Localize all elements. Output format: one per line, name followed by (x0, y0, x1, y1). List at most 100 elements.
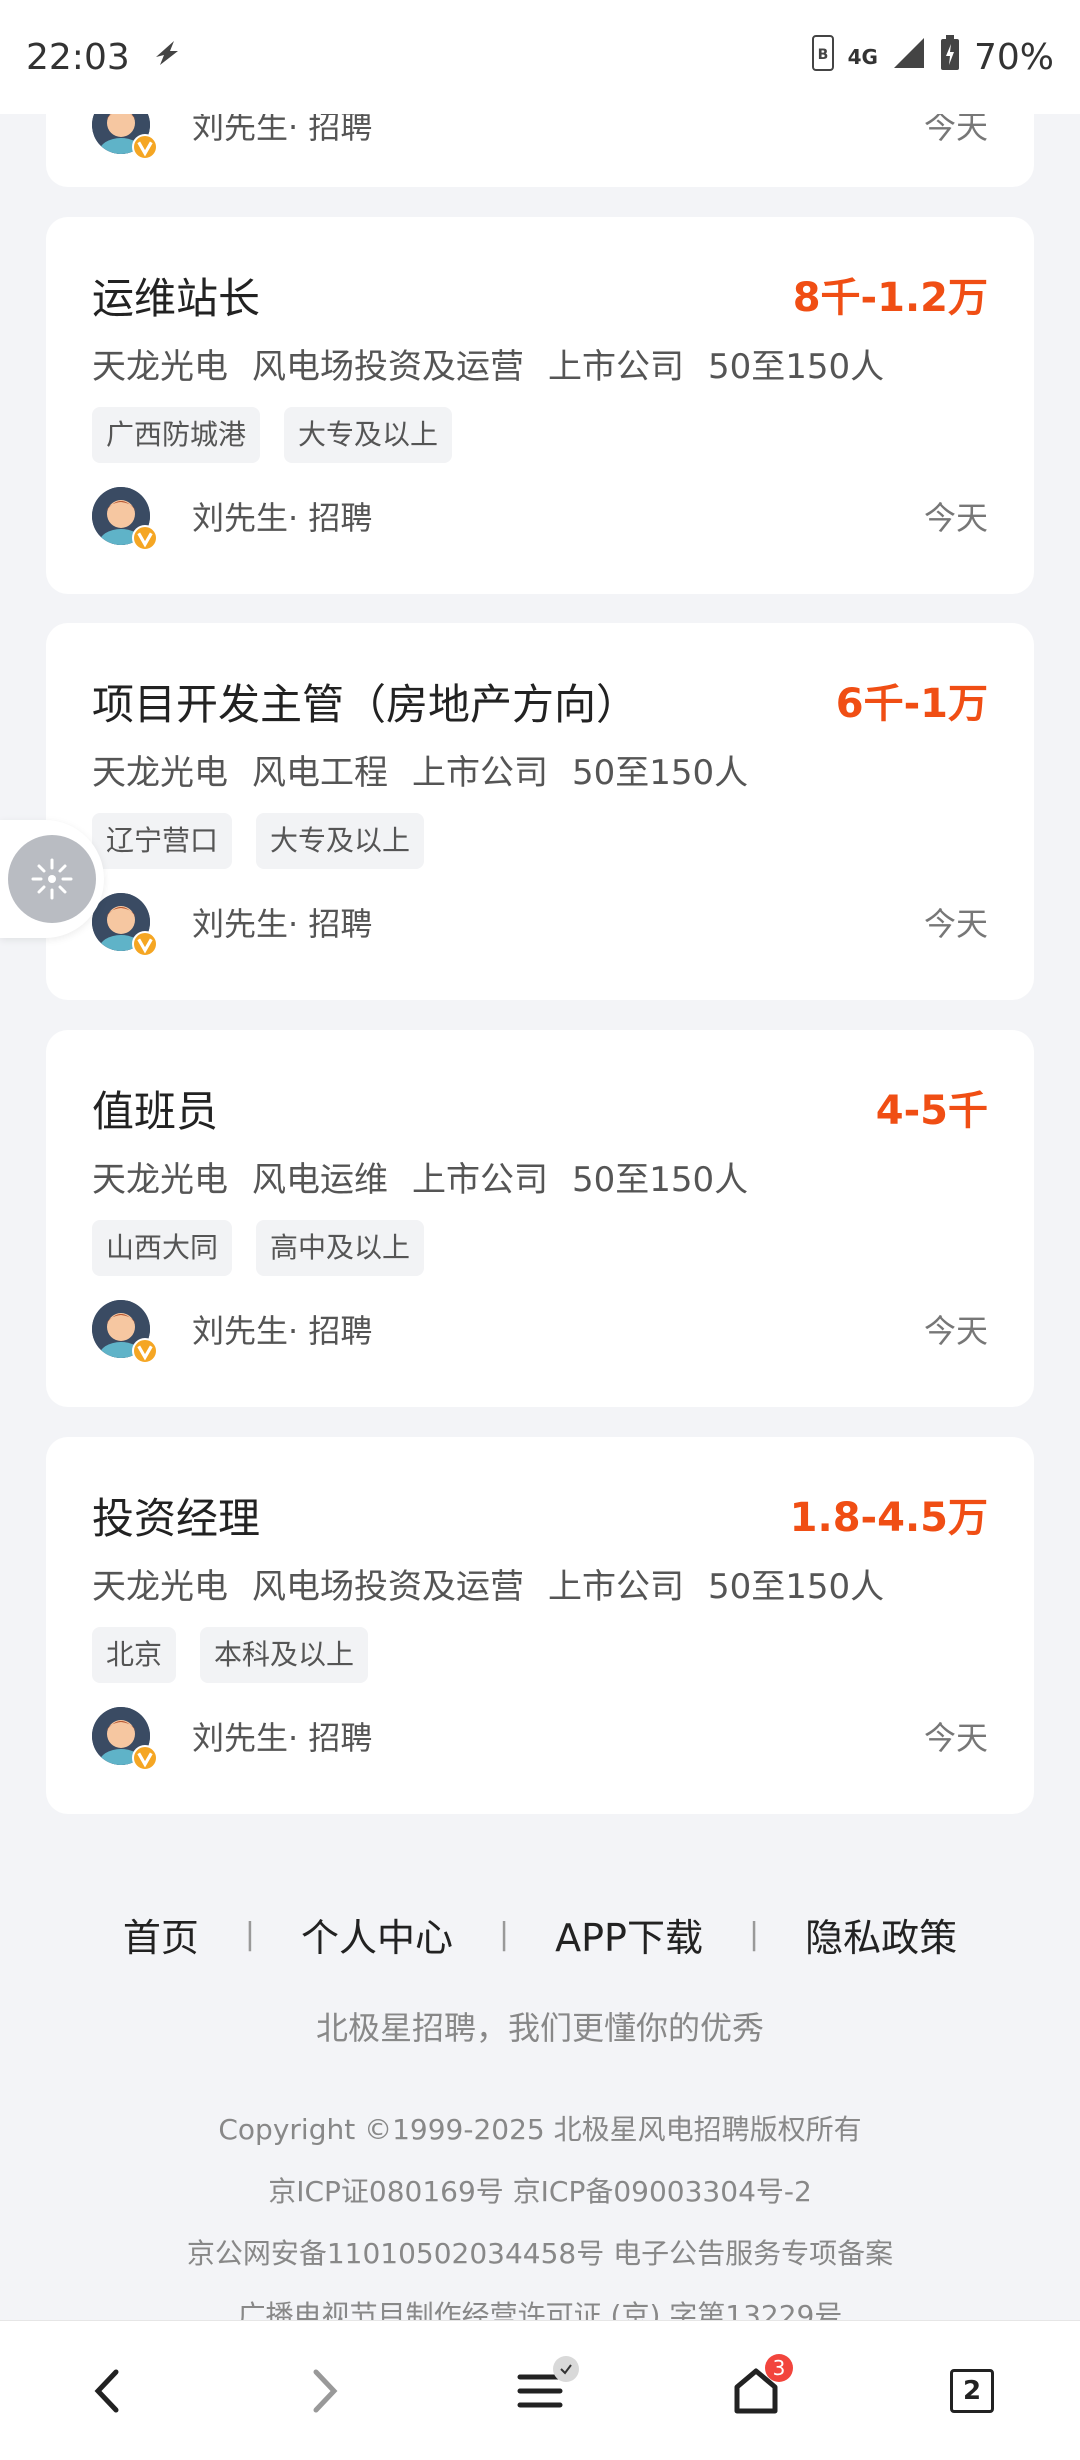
footer-link-profile[interactable]: 个人中心 (301, 1907, 453, 1962)
copyright-text: Copyright ©1999-2025 北极星风电招聘版权所有 (218, 2113, 862, 2146)
job-card[interactable]: 项目开发主管（房地产方向） 6千-1万 天龙光电 风电工程 上市公司 50至15… (46, 623, 1034, 1000)
company-type: 上市公司 (412, 753, 548, 793)
check-icon (553, 2355, 579, 2382)
home-button[interactable]: 3 (711, 2346, 801, 2436)
recruiter-row: 刘先生· 招聘 今天 (92, 893, 988, 963)
verified-badge-icon (132, 134, 158, 160)
company-info: 天龙光电 风电场投资及运营 上市公司 50至150人 (92, 1559, 884, 1608)
job-tags: 山西大同 高中及以上 (92, 1220, 425, 1276)
link-separator: | (244, 1917, 256, 1952)
sparkle-icon (31, 858, 73, 900)
company-size: 50至150人 (708, 347, 885, 387)
education-tag: 大专及以上 (256, 813, 425, 869)
footer-link-home[interactable]: 首页 (123, 1907, 199, 1962)
job-tags: 广西防城港 大专及以上 (92, 407, 453, 463)
site-footer: 首页 | 个人中心 | APP下载 | 隐私政策 北极星招聘，我们更懂你的优秀 … (0, 1845, 1080, 2332)
chevron-left-icon (94, 2369, 119, 2412)
job-card[interactable]: 运维站长 8千-1.2万 天龙光电 风电场投资及运营 上市公司 50至150人 … (46, 217, 1034, 594)
company-info: 天龙光电 风电场投资及运营 上市公司 50至150人 (92, 339, 884, 388)
education-tag: 高中及以上 (256, 1220, 425, 1276)
company-name: 天龙光电 (92, 347, 228, 387)
job-salary: 6千-1万 (835, 681, 988, 727)
recruiter-name: 刘先生· 招聘 (192, 1312, 373, 1350)
recruiter-row: 刘先生· 招聘 今天 (92, 1707, 988, 1777)
education-tag: 本科及以上 (200, 1627, 369, 1683)
forward-button[interactable] (279, 2346, 369, 2436)
company-info: 天龙光电 风电工程 上市公司 50至150人 (92, 745, 748, 794)
company-industry: 风电场投资及运营 (252, 1567, 524, 1607)
verified-badge-icon (132, 1745, 158, 1771)
svg-text:B: B (817, 47, 828, 63)
job-title: 项目开发主管（房地产方向） (92, 680, 639, 729)
avatar (92, 1300, 158, 1370)
chevron-right-icon (313, 2369, 338, 2412)
job-list: 刘先生· 招聘 今天 运维站长 8千-1.2万 天龙光电 风电场投资及运营 上市… (0, 0, 1080, 1845)
company-size: 50至150人 (572, 753, 749, 793)
signal-icon (892, 36, 926, 79)
company-name: 天龙光电 (92, 1160, 228, 1200)
recruiter-row: 刘先生· 招聘 今天 (92, 487, 988, 557)
job-tags: 北京 本科及以上 (92, 1627, 369, 1683)
company-type: 上市公司 (548, 347, 684, 387)
verified-badge-icon (132, 1338, 158, 1364)
job-salary: 1.8-4.5万 (789, 1495, 988, 1541)
status-time: 22:03 (26, 36, 130, 78)
tabs-button[interactable]: 2 (927, 2346, 1017, 2436)
company-info: 天龙光电 风电运维 上市公司 50至150人 (92, 1152, 748, 1201)
hd-icon: B (811, 34, 834, 80)
company-industry: 风电工程 (252, 753, 388, 793)
location-tag: 辽宁营口 (92, 813, 233, 869)
recruiter-row: 刘先生· 招聘 今天 (92, 1300, 988, 1370)
avatar (92, 487, 158, 557)
job-card[interactable]: 值班员 4-5千 天龙光电 风电运维 上市公司 50至150人 山西大同 高中及… (46, 1030, 1034, 1407)
app-notification-icon (152, 37, 182, 78)
icp-text[interactable]: 京ICP证080169号 京ICP备09003304号-2 (0, 2170, 1080, 2210)
link-separator: | (499, 1917, 510, 1952)
recruiter-name: 刘先生· 招聘 (192, 905, 373, 943)
company-industry: 风电运维 (252, 1160, 388, 1200)
notification-badge: 3 (765, 2353, 793, 2382)
tabs-count: 2 (950, 2368, 994, 2413)
verified-badge-icon (132, 525, 158, 551)
job-tags: 辽宁营口 大专及以上 (92, 813, 425, 869)
company-size: 50至150人 (708, 1567, 885, 1607)
footer-link-privacy[interactable]: 隐私政策 (805, 1907, 957, 1962)
menu-button[interactable] (495, 2346, 585, 2436)
job-salary: 8千-1.2万 (792, 275, 988, 321)
company-size: 50至150人 (572, 1160, 749, 1200)
recruiter-name: 刘先生· 招聘 (192, 499, 373, 537)
battery-level: 70% (973, 36, 1054, 78)
back-button[interactable] (63, 2346, 153, 2436)
avatar (92, 893, 158, 963)
post-time: 今天 (923, 499, 988, 537)
company-type: 上市公司 (412, 1160, 548, 1200)
company-industry: 风电场投资及运营 (252, 347, 524, 387)
post-time: 今天 (923, 1312, 988, 1350)
company-name: 天龙光电 (92, 1567, 228, 1607)
browser-bottom-nav: 3 2 (0, 2320, 1080, 2460)
footer-links: 首页 | 个人中心 | APP下载 | 隐私政策 (0, 1907, 1080, 1962)
company-type: 上市公司 (548, 1567, 684, 1607)
network-type: 4G (847, 45, 878, 69)
location-tag: 北京 (92, 1627, 177, 1683)
location-tag: 广西防城港 (92, 407, 261, 463)
post-time: 今天 (923, 905, 988, 943)
job-title: 投资经理 (92, 1494, 261, 1543)
verified-badge-icon (132, 931, 158, 957)
education-tag: 大专及以上 (284, 407, 453, 463)
footer-slogan: 北极星招聘，我们更懂你的优秀 (315, 2009, 764, 2047)
job-card[interactable]: 投资经理 1.8-4.5万 天龙光电 风电场投资及运营 上市公司 50至150人… (46, 1437, 1034, 1814)
job-title: 值班员 (92, 1087, 219, 1136)
avatar (92, 1707, 158, 1777)
job-salary: 4-5千 (875, 1088, 988, 1134)
battery-icon (940, 34, 960, 80)
job-title: 运维站长 (92, 274, 261, 323)
police-record-text[interactable]: 京公网安备11010502034458号 电子公告服务专项备案 (0, 2232, 1080, 2272)
company-name: 天龙光电 (92, 753, 228, 793)
location-tag: 山西大同 (92, 1220, 233, 1276)
recruiter-name: 刘先生· 招聘 (192, 1719, 373, 1757)
footer-link-app-download[interactable]: APP下载 (555, 1907, 703, 1962)
link-separator: | (748, 1917, 760, 1952)
post-time: 今天 (923, 1719, 988, 1757)
status-bar: 22:03 B 4G 70% (0, 0, 1080, 114)
